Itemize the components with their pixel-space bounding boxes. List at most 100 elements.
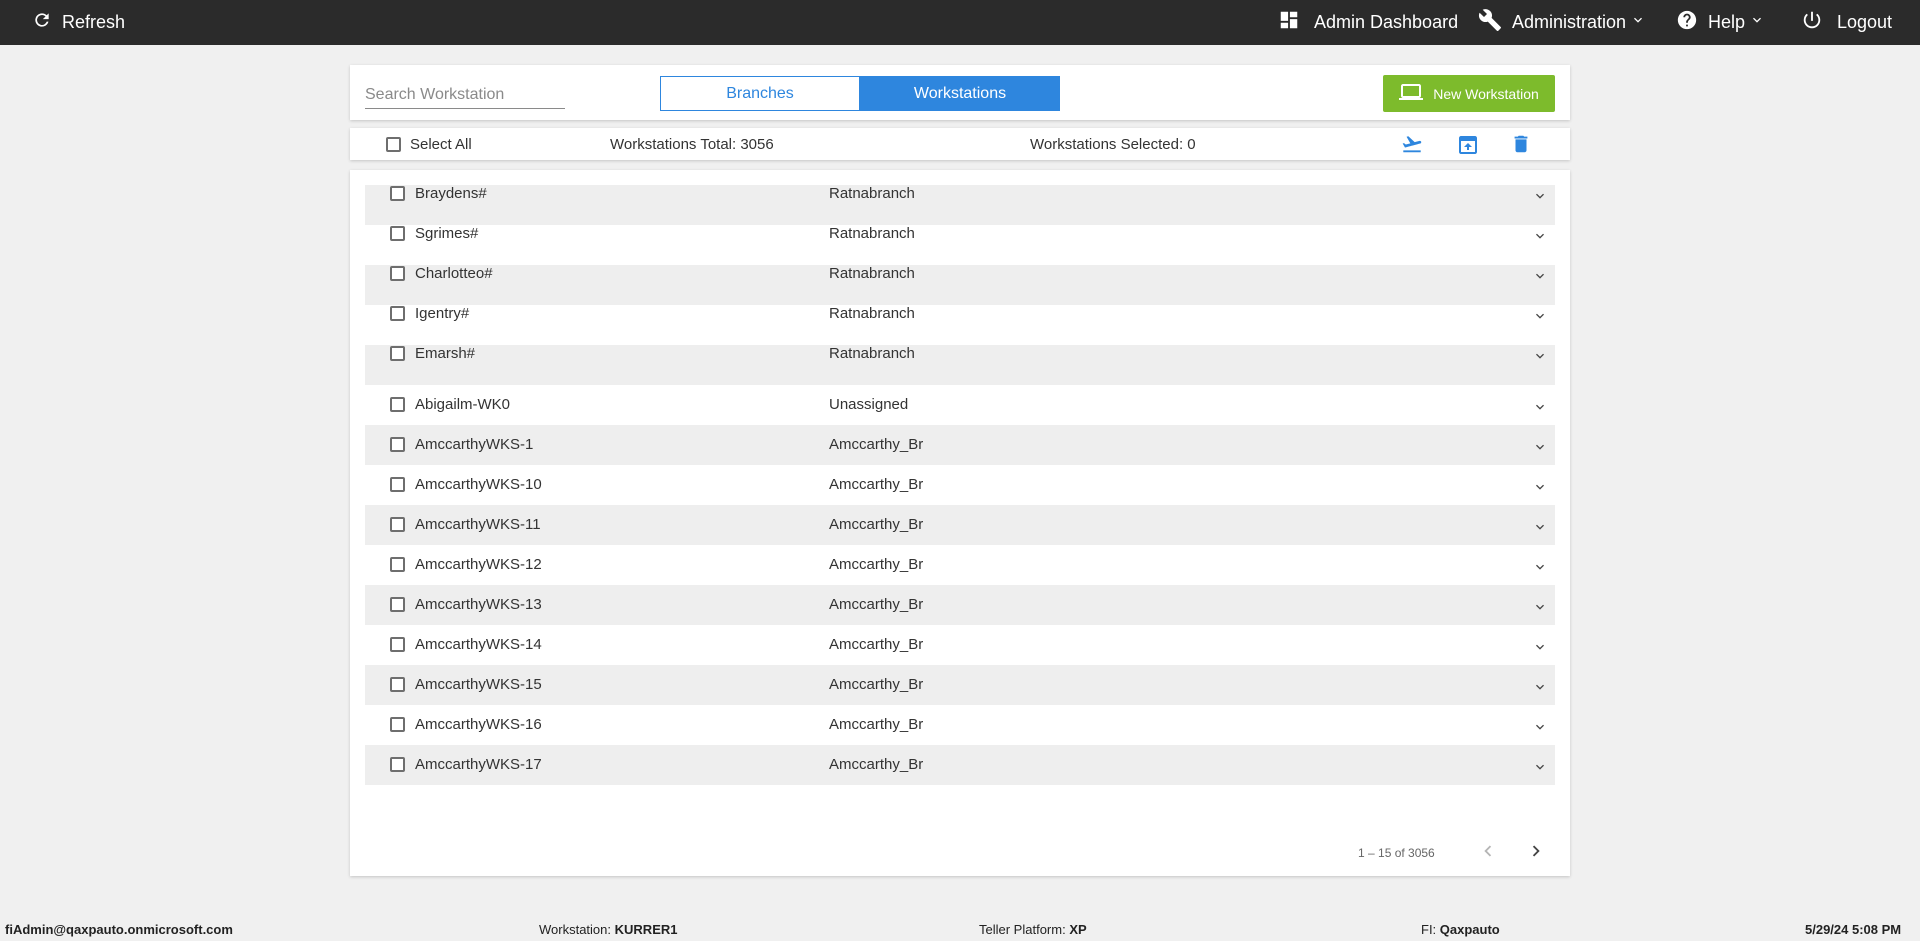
workstation-branch: Amccarthy_Br bbox=[829, 436, 924, 453]
row-checkbox[interactable] bbox=[390, 677, 405, 692]
table-row[interactable]: AmccarthyWKS-17 Amccarthy_Br bbox=[365, 745, 1555, 785]
table-row[interactable]: AmccarthyWKS-16 Amccarthy_Br bbox=[365, 705, 1555, 745]
row-checkbox[interactable] bbox=[390, 346, 405, 361]
workstation-name: Abigailm-WK0 bbox=[415, 396, 511, 413]
footer-platform: Teller Platform: XP bbox=[979, 922, 1087, 937]
logout-label: Logout bbox=[1837, 12, 1893, 32]
table-row[interactable]: AmccarthyWKS-10 Amccarthy_Br bbox=[365, 465, 1555, 505]
chevron-down-icon[interactable] bbox=[1532, 348, 1548, 368]
workstation-name: Braydens# bbox=[415, 185, 487, 202]
row-checkbox[interactable] bbox=[390, 597, 405, 612]
help-label: Help bbox=[1708, 12, 1746, 32]
pagination: 1 – 15 of 3056 bbox=[1358, 840, 1547, 865]
table-row[interactable]: AmccarthyWKS-11 Amccarthy_Br bbox=[365, 505, 1555, 545]
table-row[interactable]: AmccarthyWKS-13 Amccarthy_Br bbox=[365, 585, 1555, 625]
move-workstation-icon[interactable] bbox=[1401, 133, 1423, 159]
table-row[interactable]: AmccarthyWKS-1 Amccarthy_Br bbox=[365, 425, 1555, 465]
workstation-branch: Amccarthy_Br bbox=[829, 636, 924, 653]
refresh-button[interactable]: Refresh bbox=[32, 0, 125, 45]
workstation-branch: Ratnabranch bbox=[829, 265, 915, 282]
workstation-branch: Amccarthy_Br bbox=[829, 476, 924, 493]
logout-button[interactable]: Logout bbox=[1801, 0, 1892, 45]
table-row[interactable]: Igentry# Ratnabranch bbox=[365, 305, 1555, 345]
administration-label: Administration bbox=[1512, 12, 1627, 32]
chevron-down-icon[interactable] bbox=[1532, 599, 1548, 619]
workstation-branch: Ratnabranch bbox=[829, 225, 915, 242]
row-checkbox[interactable] bbox=[390, 517, 405, 532]
chevron-down-icon[interactable] bbox=[1532, 679, 1548, 699]
footer-fi-label: FI: bbox=[1421, 922, 1437, 937]
workstation-branch: Ratnabranch bbox=[829, 305, 915, 322]
tab-branches[interactable]: Branches bbox=[660, 76, 860, 111]
footer-platform-value: XP bbox=[1069, 922, 1087, 937]
workstation-branch: Amccarthy_Br bbox=[829, 716, 924, 733]
chevron-down-icon[interactable] bbox=[1532, 308, 1548, 328]
refresh-icon bbox=[32, 10, 52, 35]
chevron-down-icon[interactable] bbox=[1532, 439, 1548, 459]
row-checkbox[interactable] bbox=[390, 717, 405, 732]
workstation-name: AmccarthyWKS-1 bbox=[415, 436, 534, 453]
workstation-list: Braydens# Ratnabranch Sgrimes# Ratnabranch C… bbox=[365, 185, 1555, 785]
chevron-down-icon[interactable] bbox=[1532, 719, 1548, 739]
upload-icon[interactable] bbox=[1456, 133, 1480, 161]
row-checkbox[interactable] bbox=[390, 397, 405, 412]
footer-user: fiAdmin@qaxpauto.onmicrosoft.com bbox=[5, 922, 233, 937]
workstation-branch: Amccarthy_Br bbox=[829, 556, 924, 573]
administration-menu[interactable]: Administration bbox=[1478, 0, 1646, 45]
chevron-down-icon[interactable] bbox=[1532, 559, 1548, 579]
next-page-icon[interactable] bbox=[1525, 840, 1547, 865]
dashboard-icon bbox=[1278, 9, 1300, 36]
row-checkbox[interactable] bbox=[390, 637, 405, 652]
chevron-down-icon[interactable] bbox=[1532, 479, 1548, 499]
chevron-down-icon[interactable] bbox=[1532, 759, 1548, 779]
chevron-down-icon[interactable] bbox=[1532, 639, 1548, 659]
chevron-down-icon[interactable] bbox=[1532, 268, 1548, 288]
row-checkbox[interactable] bbox=[390, 757, 405, 772]
delete-icon[interactable] bbox=[1510, 133, 1532, 159]
workstation-name: AmccarthyWKS-10 bbox=[415, 476, 542, 493]
table-row[interactable]: Abigailm-WK0 Unassigned bbox=[365, 385, 1555, 425]
row-checkbox[interactable] bbox=[390, 186, 405, 201]
footer-workstation-value: KURRER1 bbox=[614, 922, 678, 937]
footer-workstation: Workstation: KURRER1 bbox=[539, 922, 677, 937]
row-checkbox[interactable] bbox=[390, 477, 405, 492]
top-nav-bar: Refresh Admin Dashboard Administration H… bbox=[0, 0, 1920, 45]
table-row[interactable]: AmccarthyWKS-15 Amccarthy_Br bbox=[365, 665, 1555, 705]
table-row[interactable]: Braydens# Ratnabranch bbox=[365, 185, 1555, 225]
select-all-checkbox[interactable]: Select All bbox=[386, 136, 472, 153]
admin-dashboard-link[interactable]: Admin Dashboard bbox=[1278, 0, 1458, 45]
help-menu[interactable]: Help bbox=[1676, 0, 1765, 45]
table-row[interactable]: AmccarthyWKS-12 Amccarthy_Br bbox=[365, 545, 1555, 585]
row-checkbox[interactable] bbox=[390, 306, 405, 321]
chevron-down-icon[interactable] bbox=[1532, 519, 1548, 539]
new-workstation-button[interactable]: New Workstation bbox=[1383, 75, 1555, 112]
selection-toolbar: Select All Workstations Total: 3056 Work… bbox=[350, 128, 1570, 160]
previous-page-icon[interactable] bbox=[1477, 840, 1499, 865]
footer-platform-label: Teller Platform: bbox=[979, 922, 1066, 937]
power-icon bbox=[1801, 9, 1823, 36]
admin-dashboard-label: Admin Dashboard bbox=[1314, 12, 1459, 32]
table-row[interactable]: Sgrimes# Ratnabranch bbox=[365, 225, 1555, 265]
row-checkbox[interactable] bbox=[390, 226, 405, 241]
workstation-header-card: Branches Workstations New Workstation bbox=[350, 65, 1570, 120]
laptop-icon bbox=[1399, 80, 1433, 107]
search-workstation-input[interactable] bbox=[365, 81, 565, 109]
row-checkbox[interactable] bbox=[390, 437, 405, 452]
row-checkbox[interactable] bbox=[390, 557, 405, 572]
chevron-down-icon[interactable] bbox=[1532, 399, 1548, 419]
chevron-down-icon[interactable] bbox=[1532, 188, 1548, 208]
chevron-down-icon[interactable] bbox=[1532, 228, 1548, 248]
table-row[interactable]: AmccarthyWKS-14 Amccarthy_Br bbox=[365, 625, 1555, 665]
workstation-name: AmccarthyWKS-12 bbox=[415, 556, 542, 573]
row-checkbox[interactable] bbox=[390, 266, 405, 281]
workstation-branch: Ratnabranch bbox=[829, 185, 915, 202]
table-row[interactable]: Emarsh# Ratnabranch bbox=[365, 345, 1555, 385]
workstation-name: Sgrimes# bbox=[415, 225, 479, 242]
tab-workstations[interactable]: Workstations bbox=[860, 76, 1060, 111]
workstation-name: Charlotteo# bbox=[415, 265, 493, 282]
workstation-branch: Amccarthy_Br bbox=[829, 756, 924, 773]
table-row[interactable]: Charlotteo# Ratnabranch bbox=[365, 265, 1555, 305]
footer-fi-value: Qaxpauto bbox=[1439, 922, 1500, 937]
footer-fi: FI: Qaxpauto bbox=[1421, 922, 1500, 937]
workstation-name: Emarsh# bbox=[415, 345, 476, 362]
